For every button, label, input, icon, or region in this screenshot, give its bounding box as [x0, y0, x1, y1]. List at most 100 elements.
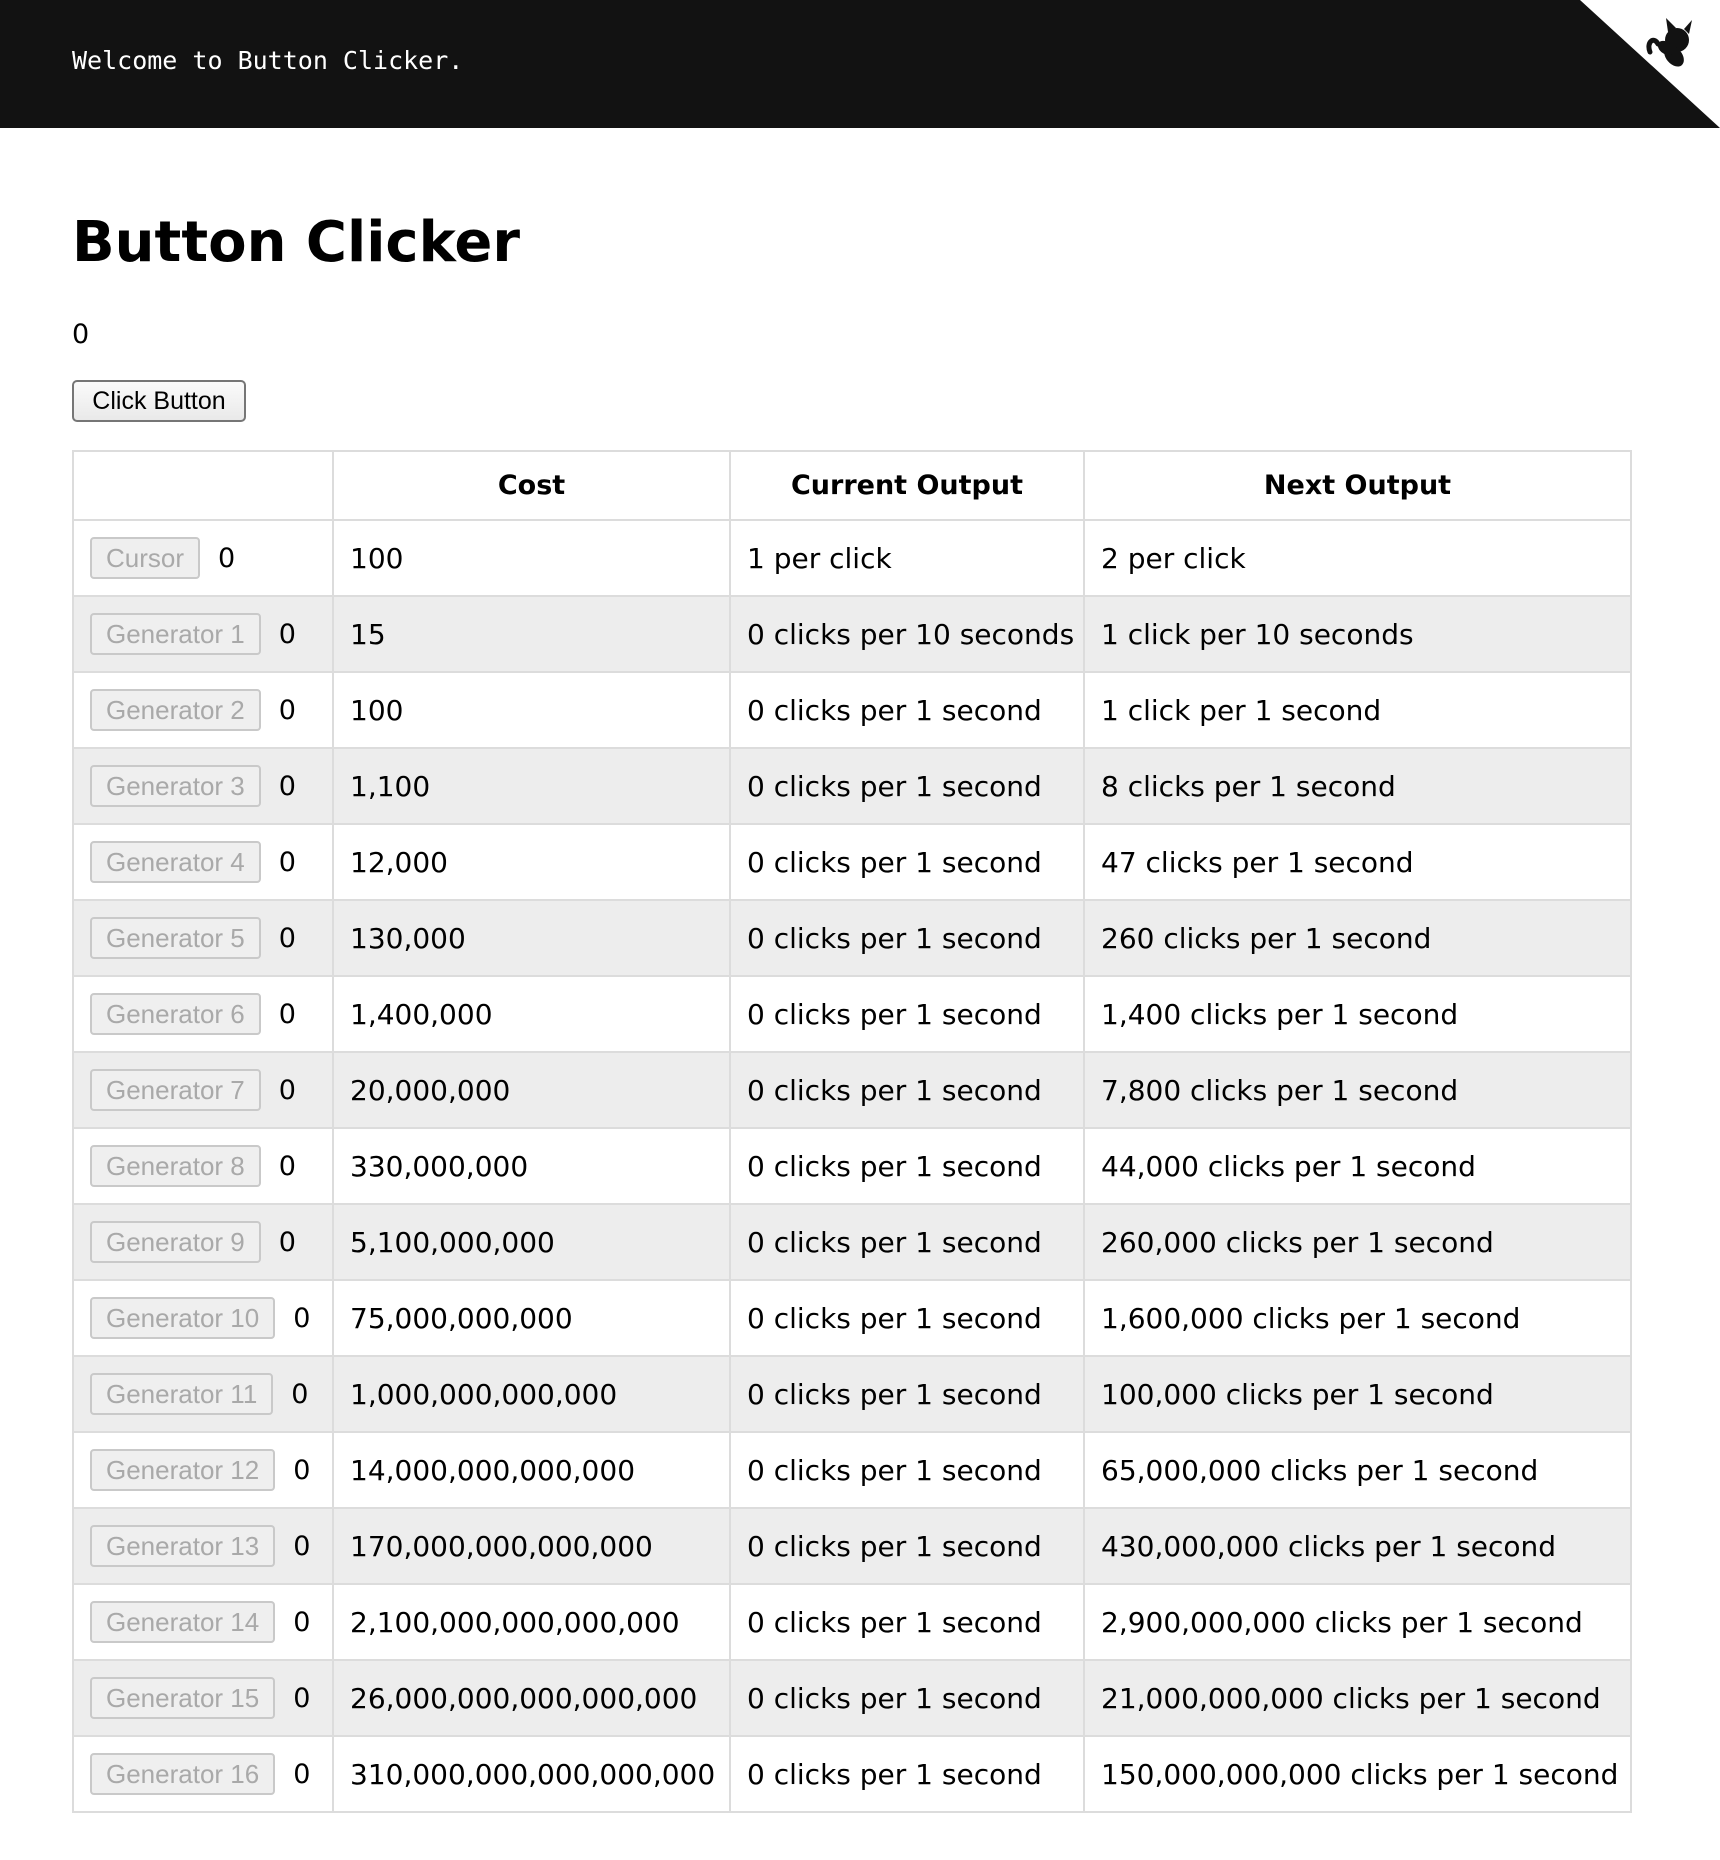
name-cell: Generator 7 0 — [72, 1051, 334, 1129]
name-cell: Cursor 0 — [72, 519, 334, 597]
buy-generator-13-button[interactable]: Generator 13 — [90, 1525, 276, 1567]
generator-table-body: Cursor 0 100 1 per click 2 per click Generato… — [72, 519, 1632, 1813]
next-output-cell: 260 clicks per 1 second — [1083, 899, 1632, 977]
buy-generator-1-button[interactable]: Generator 1 — [90, 613, 261, 655]
header-next-output: Next Output — [1083, 450, 1632, 521]
owned-count: 0 — [278, 846, 296, 878]
table-row: Generator 12 0 14,000,000,000,000 0 clicks … — [72, 1431, 1632, 1509]
name-cell: Generator 3 0 — [72, 747, 334, 825]
header-blank — [72, 450, 334, 521]
table-row: Generator 6 0 1,400,000 0 clicks per 1 seco… — [72, 975, 1632, 1053]
cost-cell: 20,000,000 — [332, 1051, 731, 1129]
name-cell: Generator 15 0 — [72, 1659, 334, 1737]
owned-count: 0 — [278, 770, 296, 802]
table-row: Generator 1 0 15 0 clicks per 10 seconds 1 c… — [72, 595, 1632, 673]
buy-generator-5-button[interactable]: Generator 5 — [90, 917, 261, 959]
current-output-cell: 0 clicks per 1 second — [729, 1659, 1085, 1737]
current-output-cell: 0 clicks per 1 second — [729, 1355, 1085, 1433]
table-row: Generator 13 0 170,000,000,000,000 0 clicks… — [72, 1507, 1632, 1585]
table-row: Generator 3 0 1,100 0 clicks per 1 second 8 … — [72, 747, 1632, 825]
current-output-cell: 0 clicks per 1 second — [729, 1279, 1085, 1357]
owned-count: 0 — [278, 922, 296, 954]
name-cell: Generator 9 0 — [72, 1203, 334, 1281]
current-output-cell: 1 per click — [729, 519, 1085, 597]
cost-cell: 100 — [332, 671, 731, 749]
buy-generator-10-button[interactable]: Generator 10 — [90, 1297, 276, 1339]
table-row: Cursor 0 100 1 per click 2 per click — [72, 519, 1632, 597]
buy-cursor-button[interactable]: Cursor — [90, 537, 201, 579]
owned-count: 0 — [293, 1530, 311, 1562]
current-output-cell: 0 clicks per 1 second — [729, 1051, 1085, 1129]
name-cell: Generator 13 0 — [72, 1507, 334, 1585]
buy-generator-9-button[interactable]: Generator 9 — [90, 1221, 261, 1263]
table-row: Generator 16 0 310,000,000,000,000,000 0 cl… — [72, 1735, 1632, 1813]
owned-count: 0 — [278, 1226, 296, 1258]
name-cell: Generator 16 0 — [72, 1735, 334, 1813]
name-cell: Generator 1 0 — [72, 595, 334, 673]
cost-cell: 12,000 — [332, 823, 731, 901]
name-cell: Generator 11 0 — [72, 1355, 334, 1433]
name-cell: Generator 6 0 — [72, 975, 334, 1053]
click-counter: 0 — [72, 319, 90, 350]
next-output-cell: 1,600,000 clicks per 1 second — [1083, 1279, 1632, 1357]
next-output-cell: 7,800 clicks per 1 second — [1083, 1051, 1632, 1129]
cost-cell: 5,100,000,000 — [332, 1203, 731, 1281]
owned-count: 0 — [278, 1150, 296, 1182]
buy-generator-4-button[interactable]: Generator 4 — [90, 841, 261, 883]
owned-count: 0 — [293, 1454, 311, 1486]
github-cat-icon — [1580, 0, 1720, 128]
buy-generator-14-button[interactable]: Generator 14 — [90, 1601, 276, 1643]
cost-cell: 2,100,000,000,000,000 — [332, 1583, 731, 1661]
buy-generator-15-button[interactable]: Generator 15 — [90, 1677, 276, 1719]
table-row: Generator 4 0 12,000 0 clicks per 1 second 4… — [72, 823, 1632, 901]
next-output-cell: 65,000,000 clicks per 1 second — [1083, 1431, 1632, 1509]
buy-generator-2-button[interactable]: Generator 2 — [90, 689, 261, 731]
cost-cell: 1,100 — [332, 747, 731, 825]
current-output-cell: 0 clicks per 1 second — [729, 747, 1085, 825]
next-output-cell: 44,000 clicks per 1 second — [1083, 1127, 1632, 1205]
buy-generator-16-button[interactable]: Generator 16 — [90, 1753, 276, 1795]
github-corner-link[interactable] — [1580, 0, 1720, 128]
table-row: Generator 14 0 2,100,000,000,000,000 0 clic… — [72, 1583, 1632, 1661]
name-cell: Generator 12 0 — [72, 1431, 334, 1509]
name-cell: Generator 14 0 — [72, 1583, 334, 1661]
cost-cell: 1,400,000 — [332, 975, 731, 1053]
buy-generator-7-button[interactable]: Generator 7 — [90, 1069, 261, 1111]
cost-cell: 15 — [332, 595, 731, 673]
next-output-cell: 260,000 clicks per 1 second — [1083, 1203, 1632, 1281]
cost-cell: 170,000,000,000,000 — [332, 1507, 731, 1585]
table-row: Generator 11 0 1,000,000,000,000 0 clicks p… — [72, 1355, 1632, 1433]
owned-count: 0 — [278, 618, 296, 650]
next-output-cell: 430,000,000 clicks per 1 second — [1083, 1507, 1632, 1585]
current-output-cell: 0 clicks per 1 second — [729, 1127, 1085, 1205]
current-output-cell: 0 clicks per 1 second — [729, 975, 1085, 1053]
click-button[interactable]: Click Button — [72, 380, 246, 422]
table-header-row: Cost Current Output Next Output — [72, 450, 1632, 521]
name-cell: Generator 8 0 — [72, 1127, 334, 1205]
next-output-cell: 100,000 clicks per 1 second — [1083, 1355, 1632, 1433]
next-output-cell: 21,000,000,000 clicks per 1 second — [1083, 1659, 1632, 1737]
name-cell: Generator 2 0 — [72, 671, 334, 749]
buy-generator-8-button[interactable]: Generator 8 — [90, 1145, 261, 1187]
owned-count: 0 — [293, 1606, 311, 1638]
buy-generator-12-button[interactable]: Generator 12 — [90, 1449, 276, 1491]
current-output-cell: 0 clicks per 1 second — [729, 1735, 1085, 1813]
cost-cell: 26,000,000,000,000,000 — [332, 1659, 731, 1737]
buy-generator-3-button[interactable]: Generator 3 — [90, 765, 261, 807]
current-output-cell: 0 clicks per 1 second — [729, 671, 1085, 749]
buy-generator-6-button[interactable]: Generator 6 — [90, 993, 261, 1035]
name-cell: Generator 4 0 — [72, 823, 334, 901]
buy-generator-11-button[interactable]: Generator 11 — [90, 1373, 274, 1415]
name-cell: Generator 10 0 — [72, 1279, 334, 1357]
table-row: Generator 8 0 330,000,000 0 clicks per 1 se… — [72, 1127, 1632, 1205]
table-row: Generator 2 0 100 0 clicks per 1 second 1 cl… — [72, 671, 1632, 749]
cost-cell: 330,000,000 — [332, 1127, 731, 1205]
cost-cell: 14,000,000,000,000 — [332, 1431, 731, 1509]
next-output-cell: 8 clicks per 1 second — [1083, 747, 1632, 825]
generator-table: Cost Current Output Next Output Cursor 0 1… — [72, 450, 1632, 1813]
current-output-cell: 0 clicks per 10 seconds — [729, 595, 1085, 673]
name-cell: Generator 5 0 — [72, 899, 334, 977]
top-banner: Welcome to Button Clicker. — [0, 0, 1720, 128]
next-output-cell: 150,000,000,000 clicks per 1 second — [1083, 1735, 1632, 1813]
table-row: Generator 7 0 20,000,000 0 clicks per 1 sec… — [72, 1051, 1632, 1129]
